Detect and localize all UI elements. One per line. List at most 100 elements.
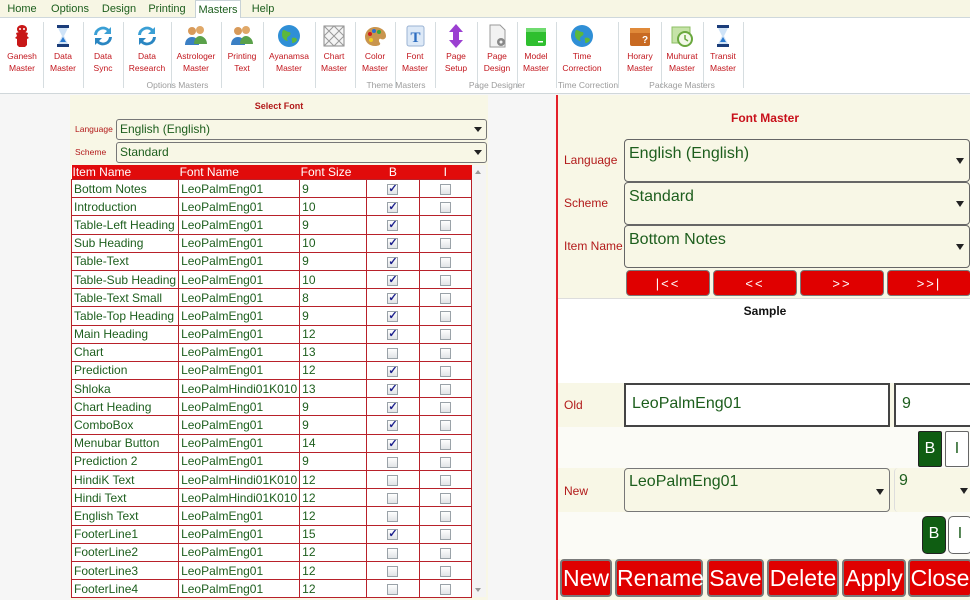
italic-cell[interactable] xyxy=(418,360,473,381)
bold-checkbox[interactable] xyxy=(387,511,399,523)
italic-checkbox[interactable] xyxy=(439,456,451,468)
item-name-cell[interactable]: Introduction xyxy=(70,197,180,217)
font-size-cell[interactable]: 9 xyxy=(299,306,368,326)
data-master-button[interactable]: Data Master xyxy=(46,20,80,78)
bold-checkbox[interactable] xyxy=(387,291,399,305)
font-name-cell[interactable]: LeoPalmEng01 xyxy=(178,288,301,308)
italic-cell[interactable] xyxy=(418,306,473,326)
table-row[interactable]: Table-Sub Heading LeoPalmEng01 10 xyxy=(70,269,473,290)
font-size-cell[interactable]: 9 xyxy=(299,415,368,435)
font-name-cell[interactable]: LeoPalmEng01 xyxy=(178,433,301,453)
bold-cell[interactable] xyxy=(366,197,420,217)
fm-item-name-select[interactable]: Bottom Notes xyxy=(624,225,970,268)
table-row[interactable]: Menubar Button LeoPalmEng01 14 xyxy=(70,433,473,453)
color-master-button[interactable]: Color Master xyxy=(358,20,392,78)
italic-checkbox[interactable] xyxy=(439,238,451,250)
item-name-cell[interactable]: Prediction 2 xyxy=(70,451,180,472)
font-name-cell[interactable]: LeoPalmEng01 xyxy=(178,524,301,544)
font-name-cell[interactable]: LeoPalmHindi01K010 xyxy=(178,469,301,490)
bold-checkbox[interactable] xyxy=(387,255,399,268)
italic-cell[interactable] xyxy=(418,506,473,526)
font-size-cell[interactable]: 8 xyxy=(299,288,368,308)
item-name-cell[interactable]: Main Heading xyxy=(70,324,180,344)
model-master-button[interactable]: Model Master xyxy=(520,20,552,78)
tab-home[interactable]: Home xyxy=(4,0,40,18)
astrologer-master-button[interactable]: Astrologer Master xyxy=(174,20,218,78)
font-size-cell[interactable]: 14 xyxy=(299,433,368,453)
font-size-cell[interactable]: 9 xyxy=(299,397,368,417)
italic-cell[interactable] xyxy=(418,342,473,362)
item-name-cell[interactable]: Bottom Notes xyxy=(70,178,180,199)
font-size-cell[interactable]: 9 xyxy=(299,178,368,199)
table-row[interactable]: Prediction 2 LeoPalmEng01 9 xyxy=(70,451,473,472)
nav-last-button[interactable]: >>| xyxy=(887,270,970,296)
bold-cell[interactable] xyxy=(366,524,420,544)
font-size-cell[interactable]: 13 xyxy=(299,342,368,362)
italic-checkbox[interactable] xyxy=(439,420,451,432)
old-bold-toggle[interactable]: B xyxy=(918,431,942,467)
table-scrollbar[interactable] xyxy=(472,165,486,597)
italic-cell[interactable] xyxy=(418,197,473,217)
new-font-size-select[interactable]: 9 xyxy=(894,468,970,512)
page-setup-button[interactable]: Page Setup xyxy=(438,20,474,78)
italic-checkbox[interactable] xyxy=(439,347,451,359)
table-row[interactable]: FooterLine4 LeoPalmEng01 12 xyxy=(70,579,473,599)
bold-cell[interactable] xyxy=(366,469,420,490)
italic-cell[interactable] xyxy=(418,524,473,544)
table-row[interactable]: ComboBox LeoPalmEng01 9 xyxy=(70,415,473,435)
font-size-cell[interactable]: 12 xyxy=(299,560,368,581)
italic-checkbox[interactable] xyxy=(439,584,451,596)
font-size-cell[interactable]: 12 xyxy=(299,469,368,490)
bold-checkbox[interactable] xyxy=(387,474,399,486)
bold-cell[interactable] xyxy=(366,178,420,199)
bold-checkbox[interactable] xyxy=(387,547,399,559)
item-name-cell[interactable]: Chart Heading xyxy=(70,397,180,417)
item-name-cell[interactable]: Table-Left Heading xyxy=(70,215,180,235)
italic-checkbox[interactable] xyxy=(439,547,451,559)
italic-cell[interactable] xyxy=(418,469,473,490)
table-row[interactable]: HindiK Text LeoPalmHindi01K010 12 xyxy=(70,469,473,490)
italic-checkbox[interactable] xyxy=(439,493,451,505)
bold-cell[interactable] xyxy=(366,451,420,472)
font-master-button[interactable]: T Font Master xyxy=(398,20,432,78)
col-header-font-size[interactable]: Font Size xyxy=(299,165,367,180)
italic-cell[interactable] xyxy=(418,433,473,453)
font-name-cell[interactable]: LeoPalmEng01 xyxy=(178,215,301,235)
italic-cell[interactable] xyxy=(418,233,473,253)
bold-cell[interactable] xyxy=(366,397,420,417)
bold-cell[interactable] xyxy=(366,251,420,271)
new-button[interactable]: New xyxy=(560,559,612,597)
bold-cell[interactable] xyxy=(366,288,420,308)
font-size-cell[interactable]: 12 xyxy=(299,542,368,562)
ganesh-master-button[interactable]: Ganesh Master xyxy=(4,20,40,78)
nav-prev-button[interactable]: << xyxy=(713,270,797,296)
scroll-down-arrow-icon[interactable] xyxy=(475,588,481,592)
bold-checkbox[interactable] xyxy=(387,364,399,377)
close-button[interactable]: Close xyxy=(908,559,970,597)
new-bold-toggle[interactable]: B xyxy=(922,516,946,554)
italic-checkbox[interactable] xyxy=(439,529,451,541)
item-name-cell[interactable]: FooterLine4 xyxy=(70,579,180,599)
font-size-cell[interactable]: 12 xyxy=(299,506,368,526)
col-header-italic[interactable]: I xyxy=(419,165,472,180)
bold-checkbox[interactable] xyxy=(387,200,399,214)
nav-next-button[interactable]: >> xyxy=(800,270,884,296)
fm-language-select[interactable]: English (English) xyxy=(624,139,970,182)
italic-checkbox[interactable] xyxy=(439,220,451,232)
item-name-cell[interactable]: English Text xyxy=(70,506,180,526)
table-row[interactable]: FooterLine2 LeoPalmEng01 12 xyxy=(70,542,473,562)
font-size-cell[interactable]: 10 xyxy=(299,233,368,253)
font-size-cell[interactable]: 9 xyxy=(299,451,368,472)
bold-cell[interactable] xyxy=(366,215,420,235)
font-name-cell[interactable]: LeoPalmEng01 xyxy=(178,397,301,417)
bold-checkbox[interactable] xyxy=(387,418,399,432)
item-name-cell[interactable]: Chart xyxy=(70,342,180,362)
transit-master-button[interactable]: Transit Master xyxy=(706,20,740,78)
item-name-cell[interactable]: Sub Heading xyxy=(70,233,180,253)
item-name-cell[interactable]: FooterLine1 xyxy=(70,524,180,544)
font-name-cell[interactable]: LeoPalmEng01 xyxy=(178,360,301,381)
save-button[interactable]: Save xyxy=(707,559,764,597)
language-select[interactable]: English (English) xyxy=(116,119,487,140)
bold-cell[interactable] xyxy=(366,342,420,362)
font-name-cell[interactable]: LeoPalmEng01 xyxy=(178,560,301,581)
